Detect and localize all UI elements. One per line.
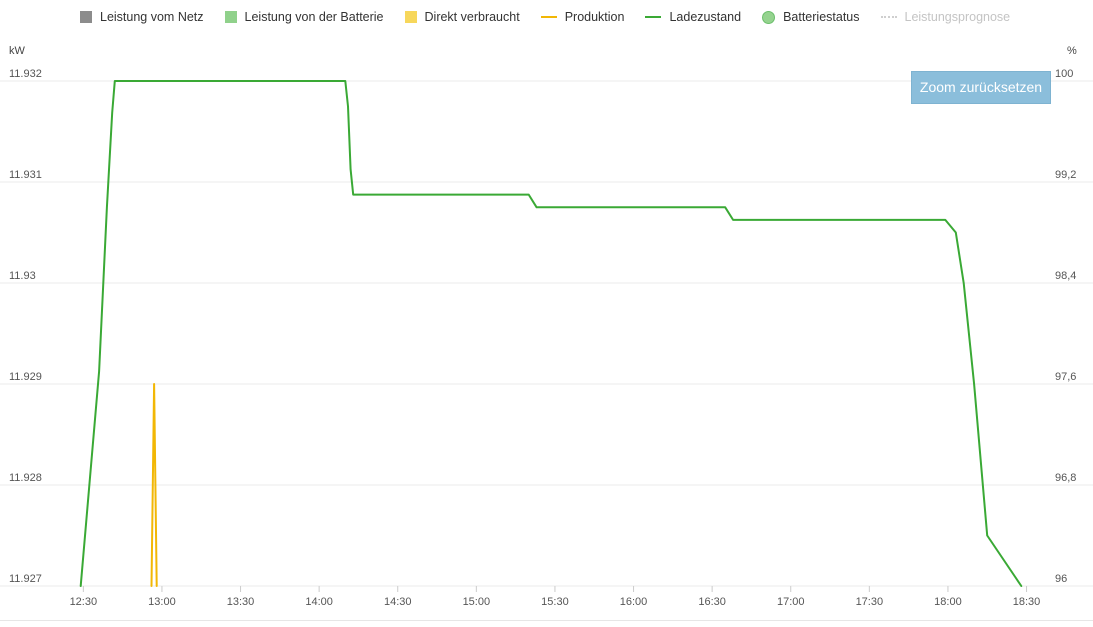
x-tick-label: 12:30 [70, 596, 98, 608]
y-right-tick-label: 96,8 [1055, 472, 1076, 484]
y-left-tick-label: 11.93 [9, 270, 36, 282]
x-tick-label: 18:00 [934, 596, 962, 608]
x-tick-label: 18:30 [1013, 596, 1041, 608]
y-left-tick-label: 11.931 [9, 169, 42, 181]
y-right-tick-label: 97,6 [1055, 371, 1076, 383]
x-tick-label: 15:00 [463, 596, 491, 608]
x-tick-label: 17:00 [777, 596, 805, 608]
y-left-tick-label: 11.928 [9, 472, 42, 484]
y-left-tick-label: 11.932 [9, 68, 42, 80]
y-left-tick-label: 11.927 [9, 573, 42, 585]
x-tick-label: 16:30 [698, 596, 726, 608]
bottom-divider [0, 620, 1093, 621]
y-right-tick-label: 100 [1055, 68, 1073, 80]
x-tick-label: 14:00 [305, 596, 333, 608]
x-tick-label: 13:30 [227, 596, 255, 608]
x-tick-label: 13:00 [148, 596, 176, 608]
x-tick-label: 14:30 [384, 596, 412, 608]
y-left-tick-label: 11.929 [9, 371, 42, 383]
y-right-tick-label: 96 [1055, 573, 1067, 585]
x-tick-label: 17:30 [856, 596, 884, 608]
y-right-tick-label: 99,2 [1055, 169, 1076, 181]
y-right-tick-label: 98,4 [1055, 270, 1076, 282]
zoom-reset-button[interactable]: Zoom zurücksetzen [911, 71, 1051, 104]
series-line-ladezustand [79, 80, 1023, 587]
x-tick-label: 16:00 [620, 596, 648, 608]
x-tick-label: 15:30 [541, 596, 569, 608]
